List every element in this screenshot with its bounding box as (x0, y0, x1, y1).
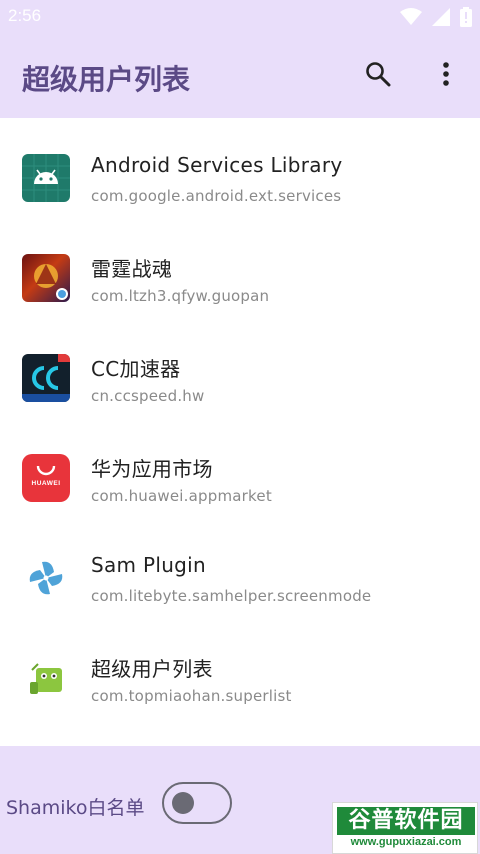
list-item[interactable]: HUAWEI 华为应用市场 com.huawei.appmarket (0, 418, 480, 518)
watermark-url: www.gupuxiazai.com (350, 836, 462, 848)
app-name: 超级用户列表 (91, 657, 213, 681)
status-bar: 2:56 (0, 0, 480, 34)
app-package: com.google.android.ext.services (91, 187, 342, 205)
status-icons (400, 7, 472, 31)
shamiko-whitelist-toggle[interactable] (162, 782, 232, 824)
app-package: com.huawei.appmarket (91, 487, 272, 505)
app-package: com.topmiaohan.superlist (91, 687, 292, 705)
app-name: 华为应用市场 (91, 457, 213, 481)
app-name: Sam Plugin (91, 553, 207, 577)
wifi-icon (400, 8, 422, 30)
cc-accelerator-icon (22, 354, 70, 402)
status-time: 2:56 (8, 6, 42, 25)
list-item[interactable]: Android Services Library com.google.andr… (0, 118, 480, 218)
app-package: com.ltzh3.qfyw.guopan (91, 287, 270, 305)
signal-icon (432, 8, 450, 30)
search-icon (365, 61, 391, 91)
list-item[interactable]: 雷霆战魂 com.ltzh3.qfyw.guopan (0, 218, 480, 318)
app-name: Android Services Library (91, 153, 343, 177)
superlist-icon (22, 654, 70, 702)
app-package: com.litebyte.samhelper.screenmode (91, 587, 372, 605)
android-icon (22, 154, 70, 202)
shamiko-whitelist-label: Shamiko白名单 (6, 797, 145, 819)
app-list: Android Services Library com.google.andr… (0, 118, 480, 718)
toggle-knob (172, 792, 194, 814)
list-item[interactable]: CC加速器 cn.ccspeed.hw (0, 318, 480, 418)
app-bar-actions (362, 60, 462, 92)
app-name: 雷霆战魂 (91, 257, 173, 281)
page-title: 超级用户列表 (22, 63, 191, 96)
pinwheel-icon (22, 554, 70, 602)
more-vert-icon (442, 61, 450, 91)
watermark-title: 谷普软件园 (337, 807, 475, 835)
more-options-button[interactable] (430, 60, 462, 92)
search-button[interactable] (362, 60, 394, 92)
watermark-logo: 谷普软件园 www.gupuxiazai.com (332, 802, 478, 854)
app-package: cn.ccspeed.hw (91, 387, 205, 405)
app-name: CC加速器 (91, 357, 181, 381)
battery-icon (460, 7, 472, 31)
game-icon (22, 254, 70, 302)
huawei-appgallery-icon: HUAWEI (22, 454, 70, 502)
list-item[interactable]: Sam Plugin com.litebyte.samhelper.screen… (0, 518, 480, 618)
app-bar: 超级用户列表 (0, 34, 480, 118)
list-item[interactable]: 超级用户列表 com.topmiaohan.superlist (0, 618, 480, 718)
